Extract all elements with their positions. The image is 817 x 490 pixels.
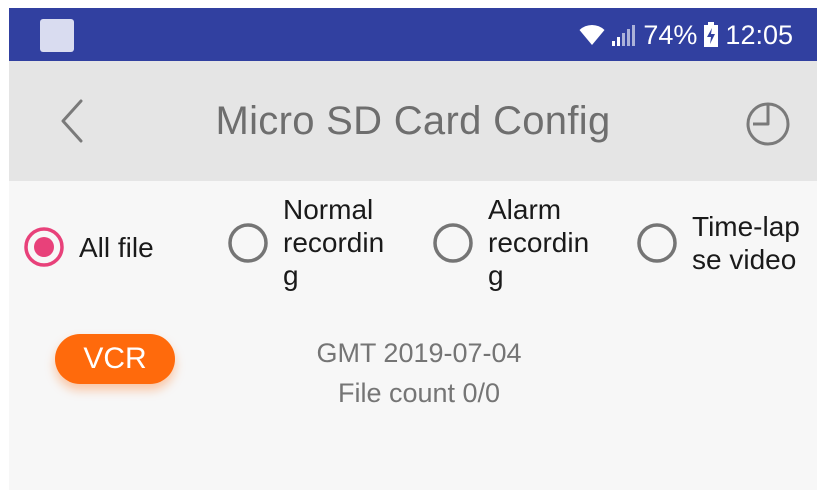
date-label: GMT 2019-07-04 bbox=[316, 338, 522, 368]
file-type-filter: All file Normal recordin g Alarm recordi… bbox=[9, 181, 817, 311]
radio-unselected-icon bbox=[433, 222, 473, 263]
radio-selected-icon bbox=[24, 227, 64, 267]
radio-unselected-icon bbox=[637, 223, 677, 263]
vcr-button[interactable]: VCR bbox=[55, 334, 175, 384]
battery-percent: 74% bbox=[643, 19, 698, 50]
radio-label-normal-recording: Normal recordin g bbox=[283, 194, 385, 291]
status-indicators: 74% 12:05 bbox=[579, 18, 793, 52]
status-bar: 74% 12:05 bbox=[9, 8, 817, 61]
radio-unselected-icon bbox=[228, 222, 268, 263]
history-button[interactable] bbox=[743, 99, 793, 149]
radio-label-alarm-recording: Alarm recordin g bbox=[488, 194, 590, 291]
radio-time-lapse-video[interactable]: Time-lap se video bbox=[636, 210, 800, 276]
signal-icon bbox=[612, 25, 636, 46]
file-count-label: File count 0/0 bbox=[337, 378, 501, 408]
page-title: Micro SD Card Config bbox=[215, 99, 611, 143]
wifi-icon bbox=[579, 24, 605, 45]
radio-normal-recording[interactable]: Normal recordin g bbox=[227, 193, 384, 292]
radio-all-file[interactable]: All file bbox=[23, 226, 154, 268]
radio-label-all-file: All file bbox=[79, 231, 154, 263]
battery-charging-icon bbox=[704, 22, 719, 47]
radio-alarm-recording[interactable]: Alarm recordin g bbox=[432, 193, 589, 292]
clock-time: 12:05 bbox=[725, 19, 793, 50]
app-screen: 74% 12:05 Micro SD Card Config All file … bbox=[9, 8, 817, 490]
radio-label-time-lapse-video: Time-lap se video bbox=[692, 211, 800, 275]
toolbar: Micro SD Card Config bbox=[9, 61, 817, 181]
app-icon bbox=[40, 19, 74, 52]
history-clock-icon bbox=[746, 102, 790, 146]
